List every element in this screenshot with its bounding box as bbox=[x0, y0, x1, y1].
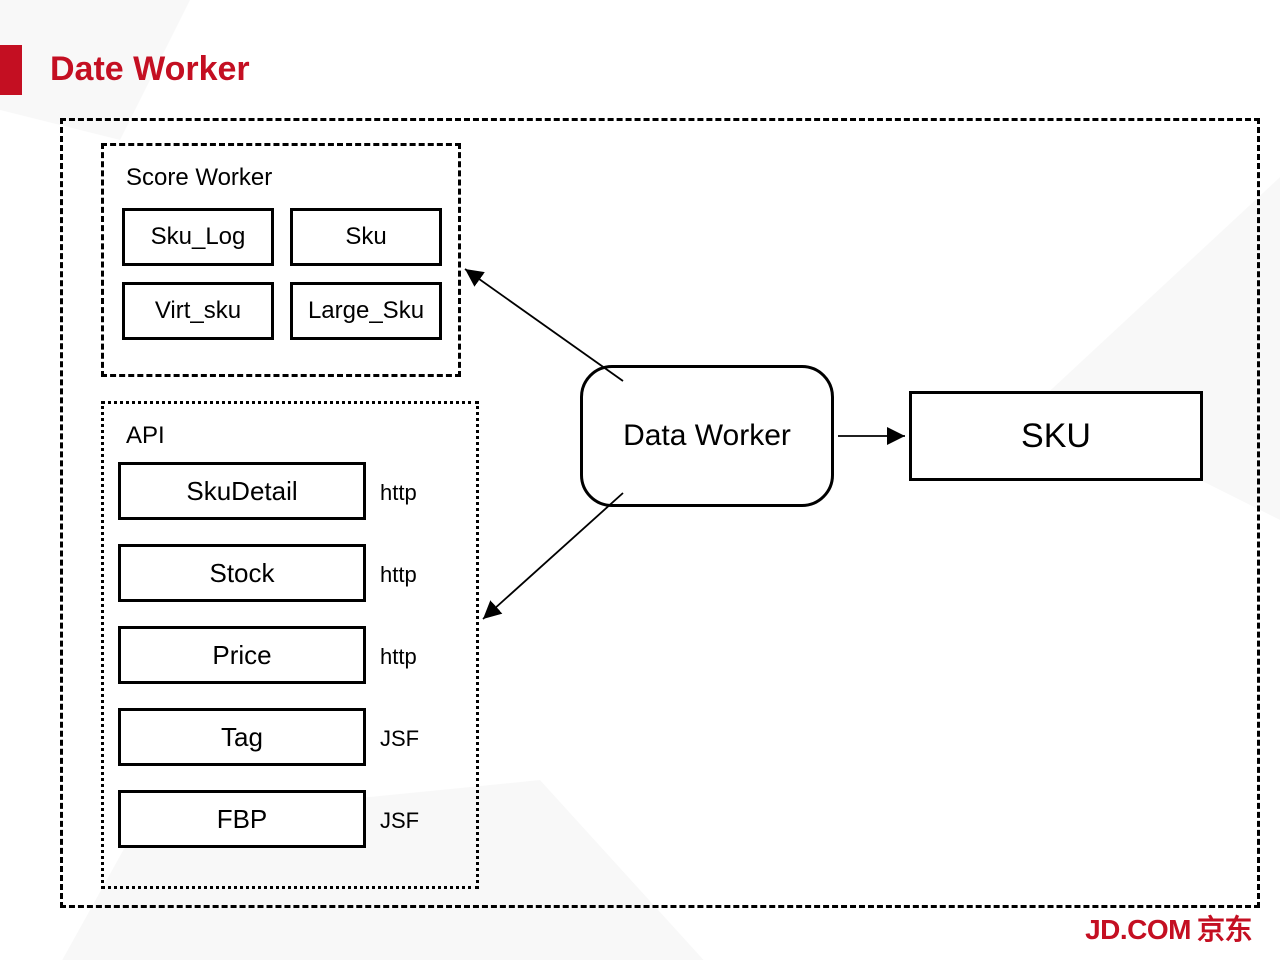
logo-en: JD.COM bbox=[1085, 914, 1191, 945]
api-group: API SkuDetail http Stock http Price http… bbox=[101, 401, 479, 889]
api-proto-fbp: JSF bbox=[380, 808, 419, 834]
logo-cn: 京东 bbox=[1197, 914, 1252, 945]
sku-node: SKU bbox=[909, 391, 1203, 481]
api-proto-tag: JSF bbox=[380, 726, 419, 752]
api-box-stock: Stock bbox=[118, 544, 366, 602]
jd-logo: JD.COM京东 bbox=[1085, 908, 1252, 948]
api-box-fbp: FBP bbox=[118, 790, 366, 848]
arrow-dw-to-score bbox=[465, 269, 623, 381]
box-virt-sku: Virt_sku bbox=[122, 282, 274, 340]
api-box-skudetail: SkuDetail bbox=[118, 462, 366, 520]
data-worker-node: Data Worker bbox=[580, 365, 834, 507]
slide: Date Worker Score Worker Sku_Log Sku Vir… bbox=[0, 0, 1280, 960]
score-worker-group: Score Worker Sku_Log Sku Virt_sku Large_… bbox=[101, 143, 461, 377]
api-proto-price: http bbox=[380, 644, 417, 670]
api-proto-stock: http bbox=[380, 562, 417, 588]
api-box-tag: Tag bbox=[118, 708, 366, 766]
outer-container: Score Worker Sku_Log Sku Virt_sku Large_… bbox=[60, 118, 1260, 908]
box-sku-log: Sku_Log bbox=[122, 208, 274, 266]
slide-title: Date Worker bbox=[50, 50, 250, 89]
score-worker-label: Score Worker bbox=[126, 164, 272, 192]
box-large-sku: Large_Sku bbox=[290, 282, 442, 340]
arrow-dw-to-api bbox=[483, 493, 623, 619]
api-proto-skudetail: http bbox=[380, 480, 417, 506]
api-label: API bbox=[126, 422, 165, 450]
api-box-price: Price bbox=[118, 626, 366, 684]
box-sku: Sku bbox=[290, 208, 442, 266]
title-accent-bar bbox=[0, 45, 22, 95]
